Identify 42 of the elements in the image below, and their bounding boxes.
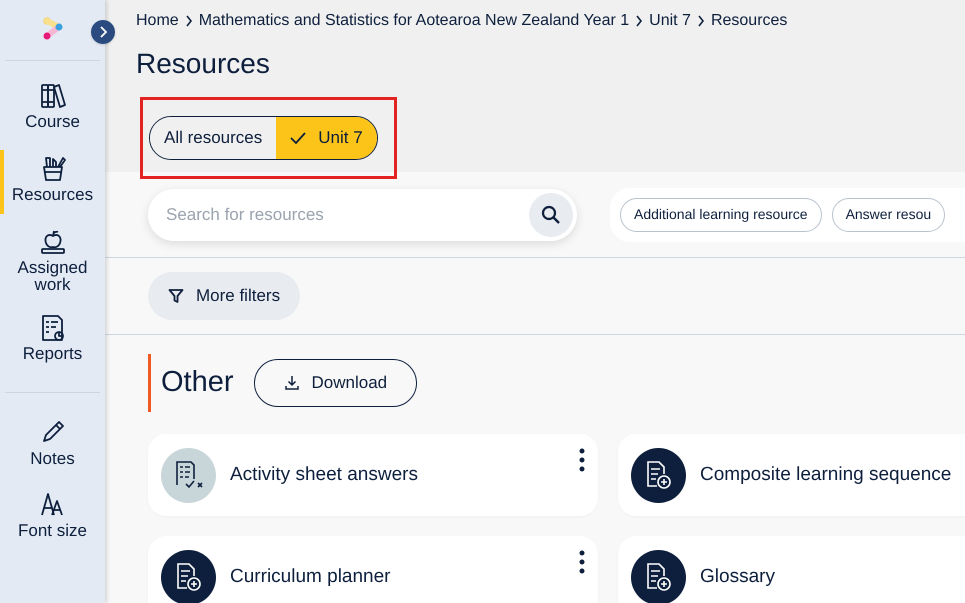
download-icon	[284, 375, 300, 391]
scope-tab[interactable]: Unit 7	[276, 117, 377, 159]
nav-item[interactable]: Assigned work	[0, 223, 105, 309]
filter-chip[interactable]: Additional learning resource	[620, 198, 822, 232]
nav-item[interactable]: Reports	[0, 309, 105, 382]
add-document-icon	[631, 550, 686, 603]
tool-button[interactable]: Notes	[0, 417, 105, 469]
funnel-icon	[168, 288, 184, 304]
checkmark-icon	[290, 132, 306, 144]
add-document-icon	[631, 448, 686, 502]
card-title: Curriculum planner	[230, 564, 391, 589]
filter-chip[interactable]: Answer resou	[832, 198, 946, 232]
resource-card[interactable]: Composite learning sequence	[618, 434, 965, 516]
logo-icon	[42, 17, 64, 41]
search-icon	[541, 204, 561, 224]
breadcrumb-link[interactable]: Unit 7	[649, 9, 691, 33]
more-options-icon[interactable]	[579, 448, 585, 472]
breadcrumb-link[interactable]: Home	[136, 9, 179, 33]
tool-button[interactable]: Font size	[0, 489, 105, 541]
resource-card[interactable]: Activity sheet answers	[148, 434, 598, 516]
more-filters-button[interactable]: More filters	[148, 272, 300, 320]
breadcrumb-link[interactable]: Mathematics and Statistics for Aotearoa New Zealand Year 1	[198, 9, 630, 33]
page-title: Resources	[136, 47, 271, 81]
breadcrumb-current: Resources	[710, 11, 788, 31]
section-heading: Other	[148, 354, 234, 412]
card-title: Activity sheet answers	[230, 462, 418, 487]
download-button[interactable]: Download	[254, 359, 418, 407]
add-document-icon	[161, 550, 216, 603]
nav-item[interactable]: Resources	[0, 150, 105, 223]
card-title: Glossary	[700, 564, 775, 589]
chevron-right-icon	[696, 15, 705, 27]
resource-card[interactable]: Glossary	[618, 536, 965, 603]
chevron-right-icon	[98, 26, 108, 38]
nav-item[interactable]: Course	[0, 77, 105, 150]
resource-card[interactable]: Curriculum planner	[148, 536, 598, 603]
answer-sheet-icon	[161, 448, 216, 502]
chevron-right-icon	[184, 15, 193, 27]
chevron-right-icon	[635, 15, 644, 27]
search-field[interactable]: Search for resources	[148, 188, 577, 240]
expand-button[interactable]	[91, 20, 115, 44]
more-options-icon[interactable]	[579, 550, 585, 574]
card-title: Composite learning sequence	[700, 462, 952, 487]
